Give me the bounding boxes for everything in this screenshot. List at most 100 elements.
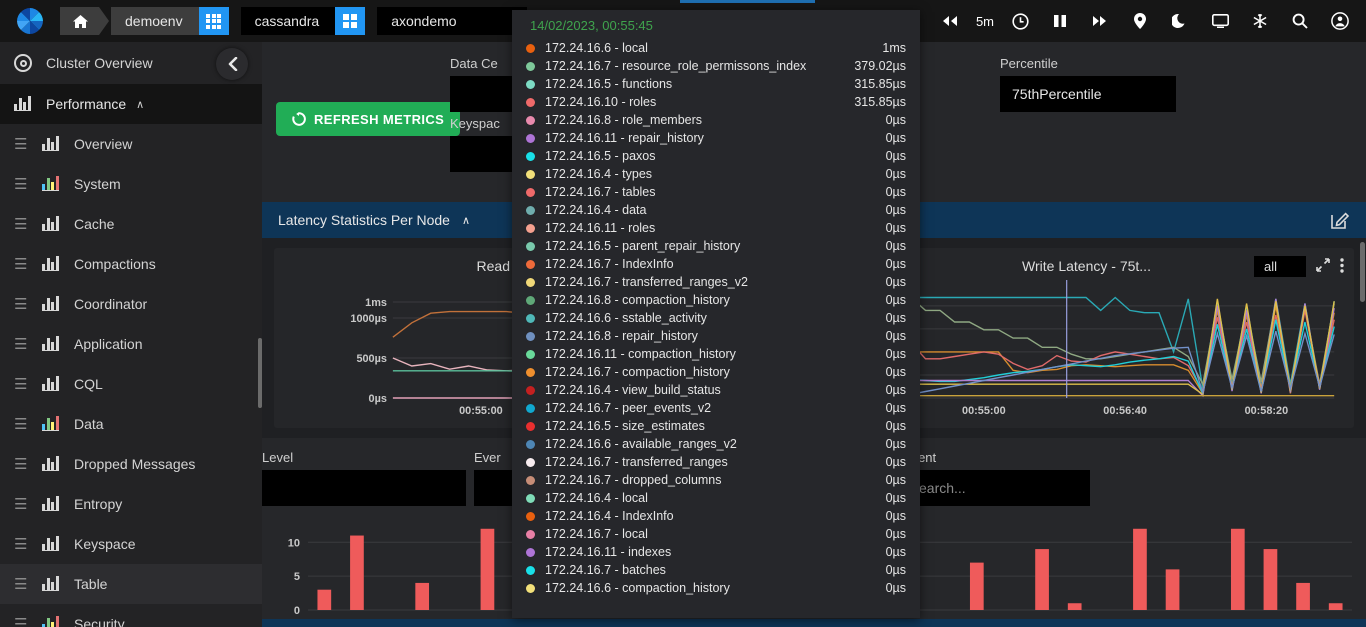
tooltip-row-label: 172.24.16.5 - paxos bbox=[545, 149, 656, 163]
series-color-dot bbox=[526, 439, 535, 449]
sidebar-item-coordinator[interactable]: ☰ Coordinator bbox=[0, 284, 262, 324]
svg-text:00:55:00: 00:55:00 bbox=[962, 405, 1006, 417]
write-latency-series-select[interactable]: all bbox=[1254, 256, 1306, 277]
rewind-icon[interactable] bbox=[934, 5, 966, 37]
sidebar-item-system[interactable]: ☰ System bbox=[0, 164, 262, 204]
series-color-dot bbox=[526, 457, 535, 467]
tooltip-row-value: 0µs bbox=[885, 419, 906, 433]
sidebar-item-label: System bbox=[74, 176, 121, 192]
series-color-dot bbox=[526, 61, 535, 71]
content-field[interactable]: ontent search... bbox=[900, 450, 1090, 506]
chevron-up-icon: ∧ bbox=[136, 98, 145, 111]
tooltip-row-value: 0µs bbox=[885, 257, 906, 271]
drag-handle-icon[interactable]: ☰ bbox=[14, 295, 42, 313]
drag-handle-icon[interactable]: ☰ bbox=[14, 615, 42, 627]
series-color-dot bbox=[526, 133, 535, 143]
breadcrumb-cassandra-label: cassandra bbox=[254, 13, 320, 29]
sidebar-item-cql[interactable]: ☰ CQL bbox=[0, 364, 262, 404]
tooltip-row: 172.24.16.10 - roles 315.85µs bbox=[526, 93, 906, 111]
sidebar-item-overview[interactable]: ☰ Overview bbox=[0, 124, 262, 164]
level-field[interactable]: Level bbox=[262, 450, 466, 506]
bar-chart-icon bbox=[42, 296, 74, 311]
sidebar-item-cache[interactable]: ☰ Cache bbox=[0, 204, 262, 244]
drag-handle-icon[interactable]: ☰ bbox=[14, 415, 42, 433]
drag-handle-icon[interactable]: ☰ bbox=[14, 175, 42, 193]
edit-panel-icon[interactable] bbox=[1331, 211, 1350, 232]
drag-handle-icon[interactable]: ☰ bbox=[14, 495, 42, 513]
breadcrumb: demoenv cassandra axondemo bbox=[60, 7, 528, 35]
content-search-input[interactable]: search... bbox=[900, 470, 1090, 506]
sidebar-scrollbar[interactable] bbox=[258, 338, 262, 408]
monitor-icon[interactable] bbox=[1204, 5, 1236, 37]
pause-icon[interactable] bbox=[1044, 5, 1076, 37]
drag-handle-icon[interactable]: ☰ bbox=[14, 335, 42, 353]
refresh-metrics-button[interactable]: REFRESH METRICS bbox=[276, 102, 461, 136]
tooltip-row-label: 172.24.16.4 - view_build_status bbox=[545, 383, 721, 397]
svg-text:1000µs: 1000µs bbox=[350, 313, 387, 325]
kebab-menu-icon[interactable] bbox=[1340, 257, 1344, 276]
breadcrumb-demoenv[interactable]: demoenv bbox=[111, 7, 209, 35]
drag-handle-icon[interactable]: ☰ bbox=[14, 255, 42, 273]
breadcrumb-home[interactable] bbox=[60, 7, 109, 35]
tooltip-row: 172.24.16.8 - repair_history 0µs bbox=[526, 327, 906, 345]
level-input[interactable] bbox=[262, 470, 466, 506]
snowflake-icon[interactable] bbox=[1244, 5, 1276, 37]
sidebar: Cluster Overview Performance ∧ ☰ Overview… bbox=[0, 42, 262, 627]
sidebar-item-entropy[interactable]: ☰ Entropy bbox=[0, 484, 262, 524]
tooltip-row: 172.24.16.7 - local 0µs bbox=[526, 525, 906, 543]
user-account-icon[interactable] bbox=[1324, 5, 1356, 37]
drag-handle-icon[interactable]: ☰ bbox=[14, 455, 42, 473]
tooltip-row-value: 0µs bbox=[885, 365, 906, 379]
sidebar-item-dropped-messages[interactable]: ☰ Dropped Messages bbox=[0, 444, 262, 484]
drag-handle-icon[interactable]: ☰ bbox=[14, 215, 42, 233]
percentile-field[interactable]: Percentile 75thPercentile bbox=[1000, 56, 1176, 112]
sidebar-cluster-overview-label: Cluster Overview bbox=[46, 55, 153, 71]
drag-handle-icon[interactable]: ☰ bbox=[14, 135, 42, 153]
tooltip-row: 172.24.16.11 - repair_history 0µs bbox=[526, 129, 906, 147]
sidebar-item-label: Coordinator bbox=[74, 296, 148, 312]
tooltip-row-label: 172.24.16.4 - local bbox=[545, 491, 648, 505]
tooltip-row-label: 172.24.16.7 - compaction_history bbox=[545, 365, 730, 379]
active-tab-indicator bbox=[680, 0, 815, 3]
drag-handle-icon[interactable]: ☰ bbox=[14, 375, 42, 393]
drag-handle-icon[interactable]: ☰ bbox=[14, 575, 42, 593]
axonops-logo-icon[interactable] bbox=[0, 6, 60, 36]
sidebar-item-data[interactable]: ☰ Data bbox=[0, 404, 262, 444]
tooltip-row-value: 0µs bbox=[885, 509, 906, 523]
tooltip-row: 172.24.16.11 - indexes 0µs bbox=[526, 543, 906, 561]
sidebar-item-compactions[interactable]: ☰ Compactions bbox=[0, 244, 262, 284]
breadcrumb-axondemo[interactable]: axondemo bbox=[377, 7, 528, 35]
series-color-dot bbox=[526, 187, 535, 197]
tooltip-row: 172.24.16.6 - available_ranges_v2 0µs bbox=[526, 435, 906, 453]
tooltip-row-value: 0µs bbox=[885, 581, 906, 595]
tooltip-row-label: 172.24.16.7 - peer_events_v2 bbox=[545, 401, 712, 415]
fast-forward-icon[interactable] bbox=[1084, 5, 1116, 37]
sidebar-collapse-button[interactable] bbox=[216, 48, 248, 80]
tooltip-row: 172.24.16.4 - IndexInfo 0µs bbox=[526, 507, 906, 525]
breadcrumb-cassandra[interactable]: cassandra bbox=[240, 7, 346, 35]
sidebar-item-security[interactable]: ☰ Security bbox=[0, 604, 262, 627]
series-color-dot bbox=[526, 151, 535, 161]
main-scrollbar[interactable] bbox=[1360, 242, 1365, 302]
moon-icon[interactable] bbox=[1164, 5, 1196, 37]
tooltip-row: 172.24.16.7 - resource_role_permissons_i… bbox=[526, 57, 906, 75]
sidebar-section-performance[interactable]: Performance ∧ bbox=[0, 84, 262, 124]
tooltip-row-label: 172.24.16.6 - compaction_history bbox=[545, 581, 730, 595]
sidebar-item-keyspace[interactable]: ☰ Keyspace bbox=[0, 524, 262, 564]
tooltip-row: 172.24.16.5 - size_estimates 0µs bbox=[526, 417, 906, 435]
sidebar-item-label: Overview bbox=[74, 136, 133, 152]
tooltip-row-label: 172.24.16.11 - roles bbox=[545, 221, 656, 235]
location-pin-icon[interactable] bbox=[1124, 5, 1156, 37]
content-label: ontent bbox=[900, 450, 1090, 465]
drag-handle-icon[interactable]: ☰ bbox=[14, 535, 42, 553]
write-latency-chart-tools: all bbox=[1254, 256, 1344, 277]
sidebar-item-application[interactable]: ☰ Application bbox=[0, 324, 262, 364]
percentile-input[interactable]: 75thPercentile bbox=[1000, 76, 1176, 112]
clock-icon[interactable] bbox=[1004, 5, 1036, 37]
expand-icon[interactable] bbox=[1316, 258, 1330, 275]
sidebar-item-table[interactable]: ☰ Table bbox=[0, 564, 262, 604]
grid-4-icon[interactable] bbox=[335, 7, 366, 35]
search-icon[interactable] bbox=[1284, 5, 1316, 37]
grid-9-icon[interactable] bbox=[198, 7, 229, 35]
refresh-interval-label[interactable]: 5m bbox=[974, 14, 996, 29]
